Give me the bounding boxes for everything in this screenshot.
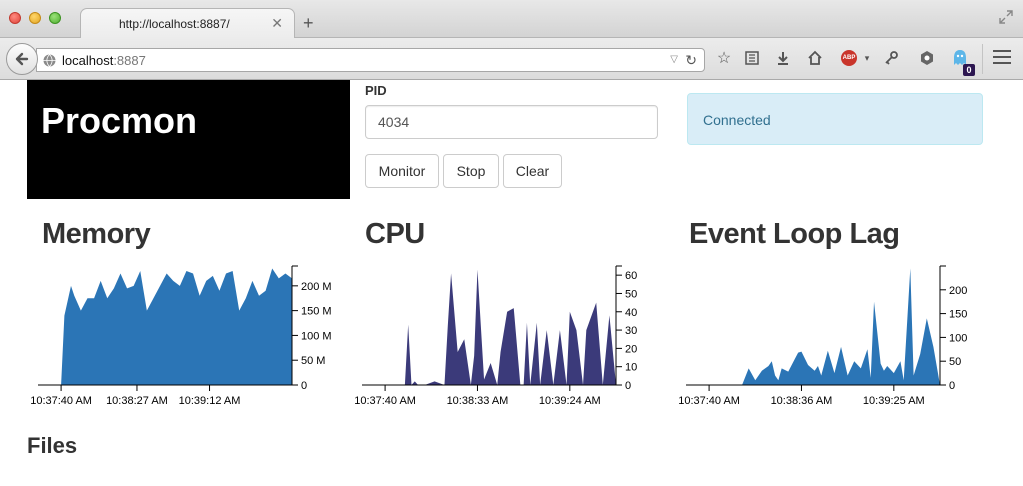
fullscreen-icon[interactable] [999, 10, 1013, 24]
event-loop-lag-heading: Event Loop Lag [689, 218, 900, 250]
history-dropdown-icon[interactable]: ▽ [670, 54, 678, 65]
back-button[interactable] [6, 43, 38, 75]
memory-x-tick-label: 10:37:40 AM [30, 395, 92, 407]
address-bar[interactable]: localhost:8887 ▽ ↻ [36, 48, 705, 72]
event-loop-lag-y-tick-label: 150 [949, 309, 967, 321]
reading-list-icon[interactable] [741, 47, 763, 69]
ghostery-count-badge: 0 [963, 64, 975, 76]
hexagon-extension-icon[interactable] [916, 47, 938, 69]
adblock-dropdown-icon[interactable]: ▾ [856, 47, 878, 69]
cpu-y-tick-label: 10 [625, 362, 637, 374]
url-port: :8887 [113, 53, 146, 68]
event-loop-lag-area-series [686, 268, 940, 385]
brand-panel: Procmon [27, 80, 350, 199]
reload-icon[interactable]: ↻ [685, 52, 697, 69]
cpu-area-series [362, 269, 616, 385]
cpu-y-tick-label: 50 [625, 288, 637, 300]
window-close-button[interactable] [9, 12, 21, 24]
cpu-y-tick-label: 30 [625, 325, 637, 337]
event-loop-lag-x-tick-label: 10:38:36 AM [771, 395, 833, 407]
cpu-y-tick-label: 40 [625, 307, 637, 319]
event-loop-lag-y-tick-label: 200 [949, 285, 967, 297]
tab-close-icon[interactable]: ✕ [271, 15, 283, 32]
window-zoom-button[interactable] [49, 12, 61, 24]
memory-y-tick-label: 50 M [301, 355, 325, 367]
clear-button[interactable]: Clear [503, 154, 562, 188]
memory-y-tick-label: 200 M [301, 281, 332, 293]
memory-y-tick-label: 100 M [301, 330, 332, 342]
cpu-heading: CPU [365, 218, 425, 250]
cpu-x-tick-label: 10:37:40 AM [354, 395, 416, 407]
event-loop-lag-x-tick-label: 10:37:40 AM [678, 395, 740, 407]
event-loop-lag-y-tick-label: 50 [949, 356, 961, 368]
status-alert: Connected [687, 93, 983, 145]
pid-input[interactable] [365, 105, 658, 139]
memory-chart: 10:37:40 AM 10:38:27 AM 10:39:12 AM 0 50 M 10… [30, 265, 332, 407]
memory-y-tick-label: 0 [301, 380, 307, 392]
memory-y-tick-label: 150 M [301, 306, 332, 318]
status-text: Connected [703, 112, 771, 128]
bookmark-star-icon[interactable]: ☆ [713, 47, 735, 69]
memory-x-tick-label: 10:39:12 AM [179, 395, 241, 407]
toolbar-divider [982, 44, 983, 74]
tab-title: http://localhost:8887/ [119, 17, 230, 31]
download-icon[interactable] [772, 47, 794, 69]
navigation-toolbar: localhost:8887 ▽ ↻ ☆ ABP ▾ [0, 38, 1023, 80]
url-text: localhost:8887 [62, 53, 146, 68]
cpu-x-tick-label: 10:39:24 AM [539, 395, 601, 407]
pid-label: PID [365, 83, 387, 98]
files-heading: Files [27, 433, 78, 458]
event-loop-lag-x-tick-label: 10:39:25 AM [863, 395, 925, 407]
memory-heading: Memory [42, 218, 151, 250]
browser-tab[interactable]: http://localhost:8887/ ✕ [80, 8, 295, 39]
window-minimize-button[interactable] [29, 12, 41, 24]
stop-button[interactable]: Stop [443, 154, 499, 188]
url-host: localhost [62, 53, 114, 68]
back-arrow-icon [15, 52, 29, 66]
event-loop-lag-y-tick-label: 100 [949, 332, 967, 344]
cpu-y-tick-label: 0 [625, 380, 631, 392]
cpu-chart: 10:37:40 AM 10:38:33 AM 10:39:24 AM 0 10 20 30… [354, 265, 637, 407]
memory-area-series [38, 268, 292, 385]
cpu-x-tick-label: 10:38:33 AM [447, 395, 509, 407]
memory-x-tick-label: 10:38:27 AM [106, 395, 168, 407]
window-titlebar: http://localhost:8887/ ✕ + [0, 0, 1023, 39]
home-icon[interactable] [804, 47, 826, 69]
new-tab-icon[interactable]: + [303, 14, 314, 32]
key-icon[interactable] [880, 47, 902, 69]
event-loop-lag-chart: 10:37:40 AM 10:38:36 AM 10:39:25 AM 0 50 100 1… [678, 265, 967, 407]
globe-icon [43, 54, 56, 67]
event-loop-lag-y-tick-label: 0 [949, 380, 955, 392]
cpu-y-tick-label: 20 [625, 343, 637, 355]
monitor-button[interactable]: Monitor [365, 154, 439, 188]
page-title: Procmon [41, 100, 198, 141]
menu-icon[interactable] [993, 50, 1011, 64]
cpu-y-tick-label: 60 [625, 270, 637, 282]
